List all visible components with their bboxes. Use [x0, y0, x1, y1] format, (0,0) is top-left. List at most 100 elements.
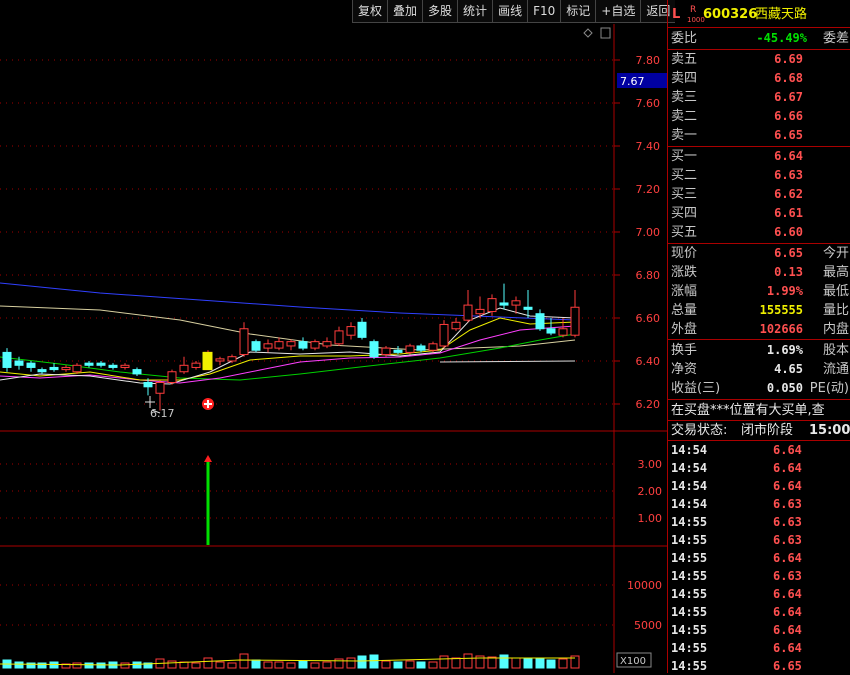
- volume-bar: [523, 658, 533, 669]
- tick-time: 14:55: [671, 587, 708, 601]
- bid-label: 买四: [671, 206, 698, 221]
- tick-row: 14:55 6.63: [668, 567, 850, 585]
- volume-bar: [369, 654, 379, 669]
- quote-label2: 最高: [822, 265, 849, 280]
- bid-value: 6.63: [774, 168, 803, 182]
- volume-bar: [84, 662, 94, 669]
- candle-body: [72, 364, 82, 373]
- tick-row: 14:54 6.64: [668, 441, 850, 459]
- big-order-notice[interactable]: 在买盘***位置有大买单,查: [668, 401, 850, 420]
- candle-body: [120, 364, 130, 368]
- quote-row: 现价 6.65 今开: [668, 244, 850, 263]
- volume-bar: [381, 660, 391, 669]
- price-tick-label: 7.60: [636, 97, 661, 110]
- volume-bar: [191, 662, 201, 669]
- ma-line: [0, 317, 576, 381]
- stat-value: 1.69%: [766, 343, 803, 357]
- tick-row: 14:55 6.64: [668, 603, 850, 621]
- tick-row: 14:54 6.64: [668, 477, 850, 495]
- quote-value: 155555: [759, 303, 803, 317]
- volume-bar: [251, 659, 261, 669]
- status-time: 15:00:: [809, 423, 850, 438]
- window-icon: [600, 27, 611, 39]
- tick-time: 14:55: [671, 569, 708, 583]
- candle-body: [96, 362, 106, 366]
- stat-label2: 流通: [822, 362, 849, 377]
- volume-bar: [511, 657, 521, 669]
- indicator-tick-label: 1.00: [638, 512, 663, 525]
- volume-bar: [167, 660, 177, 669]
- candle-body: [463, 304, 473, 321]
- weibi-value: -45.49%: [756, 31, 807, 45]
- volume-bar: [120, 662, 130, 669]
- tick-row: 14:55 6.63: [668, 513, 850, 531]
- ask-value: 6.67: [774, 90, 803, 104]
- volume-bar: [463, 653, 473, 669]
- candle-body: [215, 358, 225, 362]
- candle-body: [369, 341, 379, 358]
- candle-body: [499, 302, 509, 306]
- candle-body: [487, 298, 497, 313]
- volume-bar: [96, 662, 106, 669]
- price-tick-label: 7.40: [636, 140, 661, 153]
- candle-body: [546, 328, 556, 334]
- toolbar-button[interactable]: +自选: [595, 0, 641, 23]
- tick-row: 14:55 6.65: [668, 657, 850, 675]
- candle-body: [191, 362, 201, 368]
- ask-row: 卖五 6.69: [668, 50, 850, 69]
- candle-body: [14, 360, 24, 366]
- ask-value: 6.68: [774, 71, 803, 85]
- toolbar-button[interactable]: F10: [527, 0, 561, 23]
- volume-bar: [132, 661, 142, 669]
- volume-bar: [72, 662, 82, 669]
- price-tick-label: 6.20: [636, 398, 661, 411]
- toolbar-button[interactable]: 多股: [422, 0, 458, 23]
- tick-time: 14:54: [671, 443, 708, 457]
- candle-body: [132, 369, 142, 375]
- quote-label2: 量比: [822, 303, 849, 318]
- candle-body: [49, 366, 59, 371]
- volume-tick-label: 10000: [627, 579, 662, 592]
- ask-value: 6.65: [774, 128, 803, 142]
- candle-body: [405, 345, 415, 353]
- kline-chart[interactable]: 7.80 7.60 7.40 7.20 7.00 6.80 6.60 6.40 6.20 7.67…: [0, 0, 667, 673]
- candle-body: [251, 341, 261, 351]
- volume-bar: [357, 655, 367, 669]
- bid-label: 买一: [671, 149, 698, 164]
- ask-label: 卖五: [671, 52, 698, 67]
- tick-price: 6.64: [773, 641, 802, 655]
- volume-bar: [215, 661, 225, 669]
- ask-label: 卖二: [671, 109, 698, 124]
- stat-value: 0.050: [766, 381, 803, 395]
- candle-body: [558, 328, 568, 336]
- up-arrow-icon: [204, 455, 212, 462]
- candle-body: [155, 382, 165, 394]
- candle-body: [108, 364, 118, 368]
- volume-tick-label: 5000: [634, 619, 662, 632]
- toolbar-button[interactable]: 复权: [352, 0, 388, 23]
- tick-row: 14:55 6.64: [668, 549, 850, 567]
- quote-label2: 最低: [822, 284, 849, 299]
- tick-time: 14:55: [671, 659, 708, 673]
- quote-row: 总量 155555 量比: [668, 301, 850, 320]
- ask-value: 6.69: [774, 52, 803, 66]
- volume-bar: [203, 657, 213, 669]
- tick-price: 6.63: [773, 533, 802, 547]
- toolbar-button[interactable]: 叠加: [387, 0, 423, 23]
- volume-bar: [322, 661, 332, 669]
- volume-bar: [49, 661, 59, 669]
- tick-price: 6.64: [773, 551, 802, 565]
- candle-body: [322, 341, 332, 347]
- volume-bar: [416, 661, 426, 669]
- stat-row: 换手 1.69% 股本: [668, 341, 850, 360]
- toolbar-button[interactable]: 画线: [492, 0, 528, 23]
- tick-price: 6.64: [773, 479, 802, 493]
- ask-row: 卖四 6.68: [668, 69, 850, 88]
- ask-value: 6.66: [774, 109, 803, 123]
- volume-bar: [393, 661, 403, 669]
- candle-body: [179, 364, 189, 373]
- toolbar-button[interactable]: 统计: [457, 0, 493, 23]
- stock-name: 西藏天路: [755, 7, 808, 22]
- volume-unit-label: X100: [620, 656, 646, 667]
- toolbar-button[interactable]: 标记: [560, 0, 596, 23]
